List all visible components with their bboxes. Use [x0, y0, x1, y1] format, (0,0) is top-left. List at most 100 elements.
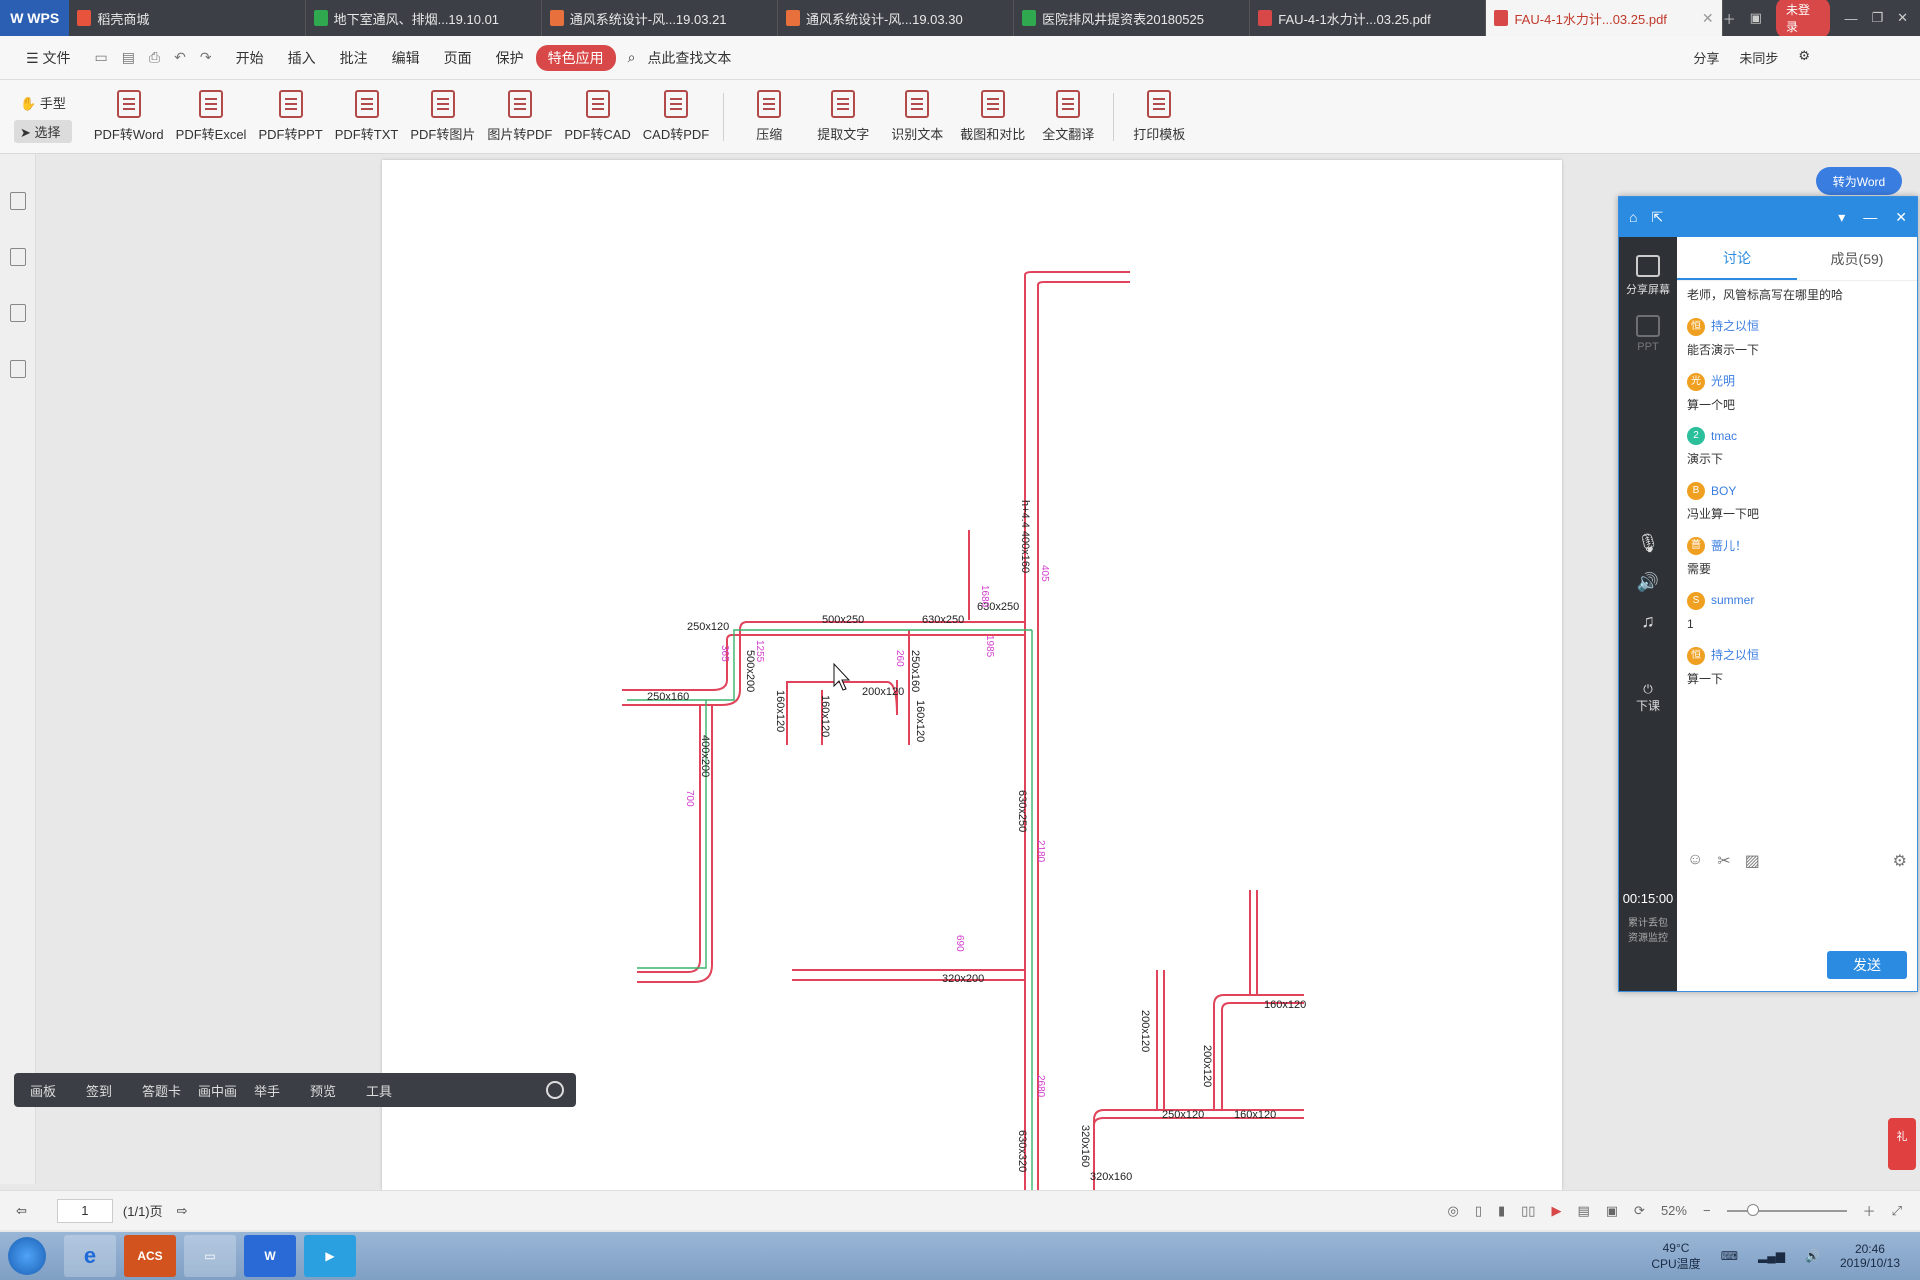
tab-doc-3[interactable]: 通风系统设计-风...19.03.30: [778, 0, 1015, 36]
username[interactable]: 蔷儿！: [1711, 538, 1747, 555]
tab-doc-2[interactable]: 通风系统设计-风...19.03.21: [542, 0, 778, 36]
zoom-slider[interactable]: [1726, 1203, 1847, 1216]
sign-in-button[interactable]: 签到: [86, 1081, 142, 1100]
username[interactable]: BOY: [1711, 483, 1736, 500]
username[interactable]: 光明: [1711, 373, 1735, 390]
pdf-to-excel-button[interactable]: PDF转Excel: [176, 90, 246, 143]
wps-logo[interactable]: W WPS: [0, 0, 70, 36]
menu-start[interactable]: 开始: [224, 48, 276, 68]
picture-in-picture-button[interactable]: 画中画: [198, 1081, 254, 1100]
tab-docer-mall[interactable]: 稻壳商城: [69, 0, 306, 36]
close-window-icon[interactable]: ✕: [1897, 10, 1908, 26]
tools-button[interactable]: 工具: [366, 1081, 422, 1100]
pdf-to-image-button[interactable]: PDF转图片: [410, 90, 475, 143]
close-panel-icon[interactable]: ✕: [1895, 209, 1907, 226]
image-to-pdf-button[interactable]: 图片转PDF: [487, 90, 552, 143]
login-button[interactable]: 未登录: [1775, 0, 1831, 38]
menu-insert[interactable]: 插入: [276, 48, 328, 68]
play-icon[interactable]: ▶: [1551, 1203, 1561, 1219]
pdf-to-cad-button[interactable]: PDF转CAD: [564, 90, 631, 143]
username[interactable]: 持之以恒: [1711, 318, 1759, 335]
undo-icon[interactable]: ↶: [174, 49, 186, 66]
speaker-icon[interactable]: 🔊: [1619, 572, 1677, 593]
fit-page-icon[interactable]: ▣: [1606, 1203, 1618, 1219]
page-number-input[interactable]: 1: [56, 1198, 113, 1223]
print-icon[interactable]: ⎙: [149, 49, 160, 66]
menu-annotate[interactable]: 批注: [328, 48, 380, 68]
tab-doc-1[interactable]: 地下室通风、排烟...19.10.01: [306, 0, 542, 36]
network-icon[interactable]: ▂▄▆: [1758, 1249, 1785, 1263]
share-button[interactable]: 分享: [1693, 48, 1719, 67]
find-text-button[interactable]: 点此查找文本: [647, 48, 743, 68]
settings-icon[interactable]: ⚙: [1798, 48, 1810, 67]
tab-doc-5[interactable]: FAU-4-1水力计...03.25.pdf: [1250, 0, 1487, 36]
search-icon[interactable]: ⌕: [616, 49, 648, 66]
tab-doc-4[interactable]: 医院排风井提资表20180525: [1014, 0, 1251, 36]
popout-icon[interactable]: ⇱: [1651, 209, 1663, 226]
sync-status[interactable]: 未同步: [1739, 48, 1778, 67]
extract-text-button[interactable]: 提取文字: [812, 90, 874, 143]
attachment-icon[interactable]: [9, 360, 26, 378]
menu-page[interactable]: 页面: [432, 48, 484, 68]
scissors-icon[interactable]: ✂: [1717, 851, 1730, 871]
annotation-icon[interactable]: [9, 304, 26, 322]
zoom-in-icon[interactable]: ＋: [1863, 1201, 1876, 1220]
preview-button[interactable]: 预览: [310, 1081, 366, 1100]
dropdown-icon[interactable]: ▾: [1838, 209, 1845, 226]
new-tab-icon[interactable]: ＋: [1723, 9, 1736, 28]
fullscreen-icon[interactable]: ⤢: [1892, 1203, 1902, 1219]
start-button[interactable]: [8, 1237, 46, 1275]
acs-app-button[interactable]: ACS: [124, 1235, 176, 1277]
ppt-button[interactable]: PPT: [1619, 315, 1677, 353]
compress-button[interactable]: 压缩: [738, 90, 800, 143]
tab-members[interactable]: 成员(59): [1797, 237, 1917, 280]
ocr-button[interactable]: 识别文本: [886, 90, 948, 143]
redo-icon[interactable]: ↷: [200, 49, 212, 66]
settings-icon[interactable]: ⚙: [1893, 851, 1907, 871]
file-explorer-icon[interactable]: ▭: [184, 1235, 236, 1277]
answer-card-button[interactable]: 答题卡: [142, 1081, 198, 1100]
print-template-button[interactable]: 打印模板: [1128, 90, 1190, 143]
continuous-icon[interactable]: ▮: [1498, 1203, 1505, 1219]
tab-discuss[interactable]: 讨论: [1677, 237, 1797, 280]
pdf-to-ppt-button[interactable]: PDF转PPT: [258, 90, 323, 143]
end-class-button[interactable]: ⏻ 下课: [1619, 682, 1677, 714]
emoji-icon[interactable]: ☺: [1687, 851, 1703, 871]
single-page-icon[interactable]: ▯: [1475, 1203, 1482, 1219]
pdf-to-word-button[interactable]: PDF转Word: [94, 90, 164, 143]
raise-hand-button[interactable]: 举手: [254, 1081, 310, 1100]
keyboard-icon[interactable]: ⌨: [1721, 1249, 1738, 1263]
menu-protect[interactable]: 保护: [484, 48, 536, 68]
username[interactable]: summer: [1711, 592, 1754, 609]
volume-icon[interactable]: 🔊: [1805, 1249, 1820, 1263]
gift-icon[interactable]: 礼: [1888, 1118, 1916, 1170]
translate-button[interactable]: 全文翻译: [1037, 90, 1099, 143]
pin-icon[interactable]: ⌂: [1629, 209, 1637, 225]
wps-taskbar-icon[interactable]: W: [244, 1235, 296, 1277]
rotate-icon[interactable]: ⟳: [1634, 1203, 1645, 1219]
thumbnail-icon[interactable]: [9, 248, 26, 266]
classroom-app-icon[interactable]: ▶: [304, 1235, 356, 1277]
zoom-level[interactable]: 52%: [1661, 1203, 1687, 1218]
hand-mode-button[interactable]: ✋ 手型: [14, 91, 72, 114]
pdf-to-txt-button[interactable]: PDF转TXT: [335, 90, 398, 143]
ie-icon[interactable]: e: [64, 1235, 116, 1277]
minimize-panel-icon[interactable]: —: [1863, 209, 1877, 226]
fit-width-icon[interactable]: ▤: [1577, 1203, 1589, 1219]
whiteboard-button[interactable]: 画板: [30, 1081, 86, 1100]
window-list-icon[interactable]: ▣: [1750, 10, 1762, 26]
convert-to-word-button[interactable]: 转为Word: [1816, 167, 1902, 195]
file-menu[interactable]: ☰ 文件: [14, 48, 82, 68]
cad-to-pdf-button[interactable]: CAD转PDF: [643, 90, 709, 143]
select-mode-button[interactable]: ➤ 选择: [14, 119, 72, 143]
send-button[interactable]: 发送: [1827, 951, 1907, 979]
menu-special-apps[interactable]: 特色应用: [535, 44, 616, 71]
prev-page-icon[interactable]: ⇦: [16, 1203, 27, 1219]
minimize-icon[interactable]: —: [1844, 11, 1857, 26]
clock[interactable]: 20:46 2019/10/13: [1840, 1242, 1900, 1270]
screenshot-compare-button[interactable]: 截图和对比: [960, 90, 1025, 143]
outline-icon[interactable]: [9, 192, 26, 210]
microphone-icon[interactable]: 🎙: [1619, 533, 1677, 554]
username[interactable]: 持之以恒: [1711, 647, 1759, 664]
menu-edit[interactable]: 编辑: [380, 48, 432, 68]
